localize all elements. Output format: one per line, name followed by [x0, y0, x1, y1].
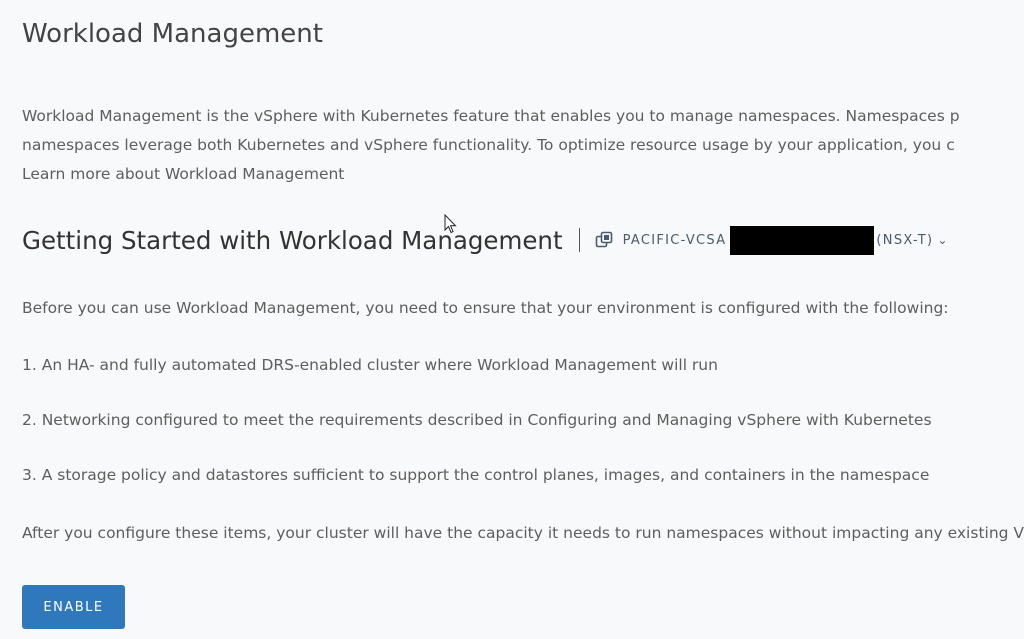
learn-more-link[interactable]: Learn more about Workload Management — [22, 160, 960, 189]
prerequisite-item-2: 2. Networking configured to meet the req… — [22, 411, 932, 429]
enable-button[interactable]: ENABLE — [22, 585, 125, 629]
vcenter-selector[interactable]: PACIFIC-VCSA (NSX-T) ⌄ — [594, 225, 948, 255]
vcenter-copy-icon — [594, 230, 614, 250]
prerequisite-item-1: 1. An HA- and fully automated DRS-enable… — [22, 356, 718, 374]
prerequisite-item-3: 3. A storage policy and datastores suffi… — [22, 466, 930, 484]
vcenter-name-suffix: (NSX-T) — [876, 232, 934, 248]
workload-management-page: Workload Management Workload Management … — [0, 0, 1024, 639]
vcenter-name-prefix: PACIFIC-VCSA — [622, 232, 727, 248]
chevron-down-icon: ⌄ — [937, 233, 948, 247]
getting-started-title: Getting Started with Workload Management — [22, 225, 563, 255]
header-divider — [578, 228, 580, 252]
mouse-cursor-icon — [444, 214, 457, 234]
getting-started-header: Getting Started with Workload Management… — [22, 222, 947, 258]
intro-line-2: namespaces leverage both Kubernetes and … — [22, 136, 955, 154]
redacted-block — [730, 225, 875, 255]
page-title: Workload Management — [22, 19, 323, 49]
intro-description: Workload Management is the vSphere with … — [22, 102, 960, 189]
prerequisites-intro: Before you can use Workload Management, … — [22, 299, 949, 317]
after-configure-text: After you configure these items, your cl… — [22, 524, 1024, 542]
intro-line-1: Workload Management is the vSphere with … — [22, 107, 960, 125]
